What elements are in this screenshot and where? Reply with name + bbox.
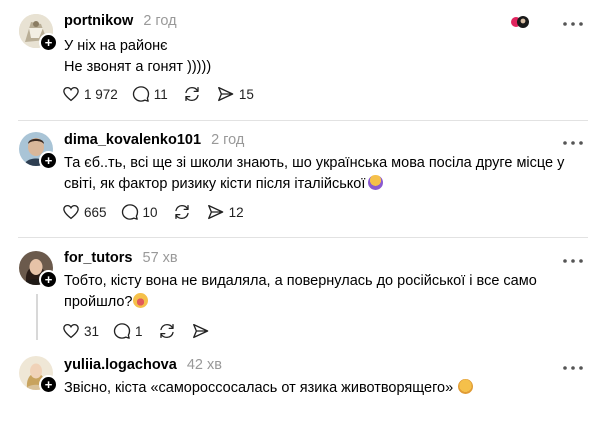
timestamp[interactable]: 2 год [211,132,244,148]
comment-count: 11 [153,86,168,102]
repost-icon [159,323,174,339]
like-count: 31 [84,323,100,339]
repost-button[interactable] [182,85,202,103]
post-text-line: Звісно, кіста «самороссосалась от язика … [64,380,454,396]
like-button[interactable]: 31 [62,322,99,340]
post-2: + dima_kovalenko101 2 год Та єб..ть, всі… [0,121,590,237]
heart-icon [63,323,79,339]
thread-line [36,294,38,340]
follow-plus-icon[interactable]: + [39,375,58,394]
post-text-line: пройшло? [64,294,133,310]
timestamp[interactable]: 42 хв [187,357,222,373]
action-bar: 31 1 [62,320,224,342]
like-count: 665 [84,204,107,220]
send-icon [192,323,208,339]
heart-icon [63,86,79,102]
avatar[interactable]: + [19,132,58,170]
comment-button[interactable]: 11 [132,85,168,103]
avatar[interactable]: + [19,251,58,289]
share-count: 12 [228,204,244,220]
liked-by-icon[interactable] [508,14,532,30]
heart-icon [63,204,79,220]
comment-bubble-icon [121,204,138,220]
more-options-icon[interactable] [562,135,590,145]
post-3: + for_tutors 57 хв Тобто, кісту вона не … [0,238,590,348]
repost-icon [185,86,199,102]
avatar[interactable]: + [19,14,58,52]
avatar[interactable]: + [19,356,58,394]
more-options-icon[interactable] [562,360,590,370]
emoji-icon [458,379,474,394]
repost-icon [174,204,189,220]
post-text-line: світі, як фактор ризику кісти після італ… [64,176,366,192]
post-text: Та єб..ть, всі ще зі школи знають, шо ук… [64,153,564,195]
like-button[interactable]: 665 [62,203,107,221]
username[interactable]: for_tutors [64,250,132,266]
username[interactable]: dima_kovalenko101 [64,132,201,148]
action-bar: 665 10 12 [62,201,258,223]
repost-button[interactable] [172,203,192,221]
more-options-icon[interactable] [562,16,590,26]
share-button[interactable]: 12 [206,203,244,221]
emoji-icon [133,293,149,308]
post-text: У ніх на районє Не звонят а гонят ))))) [64,36,564,78]
post-4: + yuliia.logachova 42 хв Звісно, кіста «… [0,348,590,445]
post-text-line: У ніх на районє [64,38,168,54]
post-text: Тобто, кісту вона не видаляла, а поверну… [64,271,564,313]
follow-plus-icon[interactable]: + [39,151,58,170]
username[interactable]: portnikow [64,13,133,29]
like-count: 1 972 [84,86,118,102]
comment-button[interactable]: 10 [121,203,158,221]
comment-count: 10 [142,204,158,220]
action-bar: 1 972 11 15 [62,83,268,105]
emoji-icon [368,175,384,190]
post-1: + portnikow 2 год У ніх на районє Не зво… [0,0,590,120]
share-button[interactable] [191,322,210,340]
follow-plus-icon[interactable]: + [39,33,58,52]
post-text: Звісно, кіста «самороссосалась от язика … [64,378,564,399]
post-text-line: Не звонят а гонят ))))) [64,59,212,75]
timestamp[interactable]: 2 год [143,13,176,29]
follow-plus-icon[interactable]: + [39,270,58,289]
share-button[interactable]: 15 [216,85,254,103]
timestamp[interactable]: 57 хв [143,250,178,266]
more-options-icon[interactable] [562,253,590,263]
comment-button[interactable]: 1 [113,322,143,340]
send-icon [217,86,234,102]
like-button[interactable]: 1 972 [62,85,118,103]
repost-button[interactable] [157,322,177,340]
comment-bubble-icon [132,86,149,102]
post-text-line: Та єб..ть, всі ще зі школи знають, шо ук… [64,155,565,171]
send-icon [207,204,223,220]
post-text-line: Тобто, кісту вона не видаляла, а поверну… [64,273,537,289]
comment-bubble-icon [113,323,131,339]
username[interactable]: yuliia.logachova [64,357,177,373]
share-count: 15 [238,86,254,102]
comment-count: 1 [135,323,143,339]
